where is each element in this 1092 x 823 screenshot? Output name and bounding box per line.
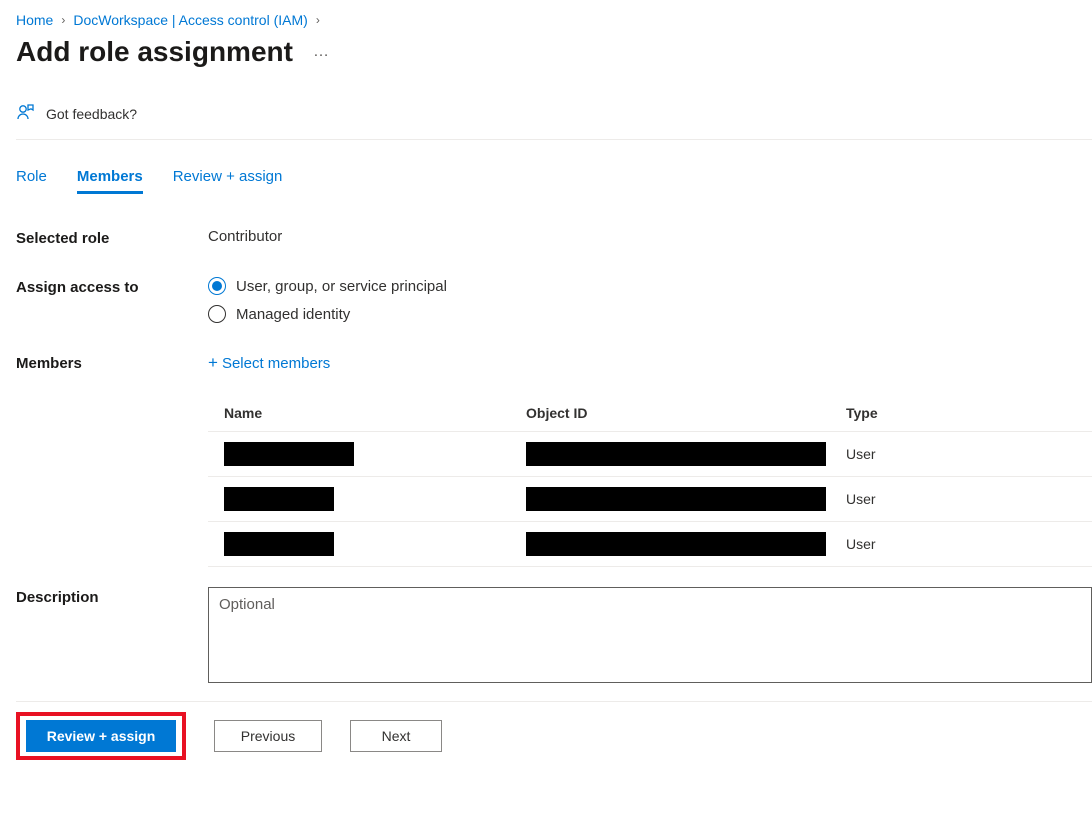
col-header-object-id[interactable]: Object ID — [526, 405, 846, 421]
radio-user-group-sp[interactable]: User, group, or service principal — [208, 277, 1092, 295]
feedback-icon — [16, 102, 36, 125]
description-input[interactable] — [208, 587, 1092, 683]
tab-members[interactable]: Members — [77, 168, 143, 194]
redacted-name — [224, 532, 334, 556]
row-type: User — [846, 491, 1084, 507]
assign-access-label: Assign access to — [16, 277, 208, 296]
chevron-right-icon: › — [61, 13, 65, 27]
breadcrumb-workspace[interactable]: DocWorkspace | Access control (IAM) — [73, 12, 307, 28]
selected-role-label: Selected role — [16, 228, 208, 247]
row-type: User — [846, 446, 1084, 462]
selected-role-value: Contributor — [208, 228, 1092, 245]
radio-unselected-icon — [208, 305, 226, 323]
radio-managed-identity[interactable]: Managed identity — [208, 305, 1092, 323]
select-members-link[interactable]: + Select members — [208, 353, 330, 373]
redacted-object-id — [526, 487, 826, 511]
table-header: Name Object ID Type — [208, 395, 1092, 432]
next-button[interactable]: Next — [350, 720, 442, 752]
previous-button[interactable]: Previous — [214, 720, 322, 752]
row-type: User — [846, 536, 1084, 552]
tab-role[interactable]: Role — [16, 168, 47, 194]
feedback-link[interactable]: Got feedback? — [16, 102, 1092, 140]
select-members-label: Select members — [222, 355, 330, 372]
members-label: Members — [16, 353, 208, 372]
col-header-type[interactable]: Type — [846, 405, 1084, 421]
radio-selected-icon — [208, 277, 226, 295]
plus-icon: + — [208, 353, 218, 373]
redacted-name — [224, 487, 334, 511]
col-header-name[interactable]: Name — [216, 405, 526, 421]
redacted-object-id — [526, 532, 826, 556]
breadcrumb-home[interactable]: Home — [16, 12, 53, 28]
tab-review-assign[interactable]: Review + assign — [173, 168, 283, 194]
footer-actions: Review + assign Previous Next — [16, 701, 1092, 768]
page-title: Add role assignment — [16, 36, 293, 68]
radio-user-label: User, group, or service principal — [236, 278, 447, 295]
table-row: User — [208, 477, 1092, 522]
redacted-name — [224, 442, 354, 466]
review-assign-button[interactable]: Review + assign — [26, 720, 176, 752]
members-table: Name Object ID Type User User User — [208, 395, 1092, 567]
breadcrumb: Home › DocWorkspace | Access control (IA… — [16, 12, 1092, 28]
feedback-label: Got feedback? — [46, 106, 137, 122]
table-row: User — [208, 522, 1092, 567]
more-actions-icon[interactable]: … — [313, 43, 330, 61]
description-label: Description — [16, 587, 208, 606]
table-row: User — [208, 432, 1092, 477]
redacted-object-id — [526, 442, 826, 466]
tabs: Role Members Review + assign — [16, 168, 1092, 194]
chevron-right-icon: › — [316, 13, 320, 27]
highlight-annotation: Review + assign — [16, 712, 186, 760]
radio-managed-label: Managed identity — [236, 306, 350, 323]
